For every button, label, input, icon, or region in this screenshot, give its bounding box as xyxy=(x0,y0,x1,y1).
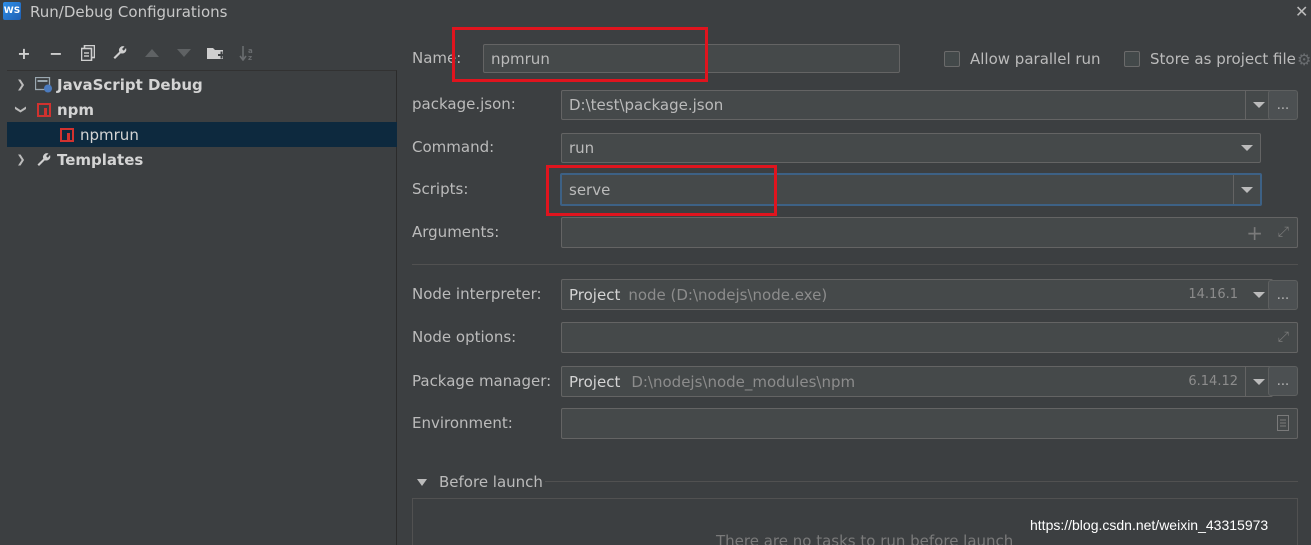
sort-icon[interactable]: az xyxy=(232,42,264,64)
node-interpreter-browse-button[interactable]: ... xyxy=(1268,280,1298,310)
new-folder-icon[interactable] xyxy=(200,42,232,64)
svg-text:z: z xyxy=(248,54,252,61)
package-json-browse-button[interactable]: ... xyxy=(1268,90,1298,120)
copy-icon[interactable] xyxy=(72,42,104,64)
webstorm-app-icon: WS xyxy=(3,2,21,20)
node-interpreter-select[interactable]: Project node (D:\nodejs\node.exe) 14.16.… xyxy=(561,279,1273,310)
allow-parallel-checkbox[interactable] xyxy=(944,51,960,67)
tree-item-label: JavaScript Debug xyxy=(57,75,203,94)
chevron-right-icon[interactable]: ❯ xyxy=(15,153,27,166)
document-icon[interactable] xyxy=(1277,415,1289,435)
node-interpreter-prefix: Project xyxy=(569,285,621,304)
config-toolbar: + − az xyxy=(8,42,264,64)
package-manager-label: Package manager: xyxy=(412,372,552,390)
configuration-form: Name: npmrun Allow parallel run Store as… xyxy=(412,0,1311,545)
chevron-down-icon[interactable] xyxy=(1233,134,1260,162)
plus-icon[interactable]: + xyxy=(8,42,40,64)
package-manager-browse-button[interactable]: ... xyxy=(1268,366,1298,396)
javascript-debug-icon xyxy=(35,76,53,93)
environment-label: Environment: xyxy=(412,414,513,432)
before-launch-header[interactable]: Before launch xyxy=(412,473,543,491)
expand-icon[interactable]: ⤢ xyxy=(1278,224,1289,240)
tree-item-npm[interactable]: ❯ npm xyxy=(7,97,397,122)
chevron-down-icon[interactable] xyxy=(1233,175,1260,204)
npm-icon xyxy=(58,127,76,143)
divider xyxy=(545,481,1298,482)
node-interpreter-version: 14.16.1 xyxy=(1188,287,1238,302)
gear-icon[interactable]: ⚙ xyxy=(1297,50,1311,69)
package-manager-version: 6.14.12 xyxy=(1188,374,1238,389)
store-project-checkbox[interactable] xyxy=(1124,51,1140,67)
add-argument-icon[interactable]: + xyxy=(1246,221,1263,245)
watermark-text: https://blog.csdn.net/weixin_43315973 xyxy=(1030,517,1269,533)
tree-item-javascript-debug[interactable]: ❯ JavaScript Debug xyxy=(7,72,397,97)
move-down-icon[interactable] xyxy=(168,42,200,64)
highlight-box xyxy=(546,165,777,216)
before-launch-label: Before launch xyxy=(439,473,543,491)
arguments-input[interactable]: + ⤢ xyxy=(561,217,1298,248)
package-json-combo[interactable]: D:\test\package.json xyxy=(561,90,1273,120)
tree-item-label: Templates xyxy=(57,150,144,169)
before-launch-empty-text: There are no tasks to run before launch xyxy=(716,532,1014,545)
npm-icon xyxy=(35,102,53,118)
command-label: Command: xyxy=(412,138,495,156)
package-json-value: D:\test\package.json xyxy=(569,96,724,114)
package-manager-prefix: Project xyxy=(569,372,621,391)
command-value: run xyxy=(569,139,595,157)
expand-icon[interactable]: ⤢ xyxy=(1278,329,1289,345)
environment-input[interactable] xyxy=(561,408,1298,439)
package-manager-path: D:\nodejs\node_modules\npm xyxy=(631,372,856,391)
package-manager-combo[interactable]: Project D:\nodejs\node_modules\npm 6.14.… xyxy=(561,366,1273,397)
arguments-label: Arguments: xyxy=(412,223,500,241)
tree-item-label: npmrun xyxy=(80,125,139,144)
wrench-icon[interactable] xyxy=(104,42,136,64)
move-up-icon[interactable] xyxy=(136,42,168,64)
collapse-triangle-icon[interactable] xyxy=(417,478,427,486)
chevron-right-icon[interactable]: ❯ xyxy=(15,78,27,91)
tree-item-templates[interactable]: ❯ Templates xyxy=(7,147,397,172)
store-project-label: Store as project file xyxy=(1150,50,1296,68)
allow-parallel-label: Allow parallel run xyxy=(970,50,1101,68)
highlight-box xyxy=(452,27,708,82)
package-json-label: package.json: xyxy=(412,95,516,113)
command-select[interactable]: run xyxy=(561,133,1261,163)
tree-item-label: npm xyxy=(57,100,95,119)
node-options-input[interactable]: ⤢ xyxy=(561,322,1298,353)
node-interpreter-label: Node interpreter: xyxy=(412,285,542,303)
node-interpreter-path: node (D:\nodejs\node.exe) xyxy=(628,285,828,304)
scripts-label: Scripts: xyxy=(412,180,469,198)
configurations-tree: ❯ JavaScript Debug ❯ npm npmrun ❯ Templa… xyxy=(7,70,397,545)
divider xyxy=(412,264,1298,265)
node-options-label: Node options: xyxy=(412,328,517,346)
wrench-icon xyxy=(35,152,53,168)
tree-item-npmrun[interactable]: npmrun xyxy=(7,122,397,147)
chevron-down-icon[interactable]: ❯ xyxy=(15,104,28,116)
window-title: Run/Debug Configurations xyxy=(30,3,228,21)
minus-icon[interactable]: − xyxy=(40,42,72,64)
